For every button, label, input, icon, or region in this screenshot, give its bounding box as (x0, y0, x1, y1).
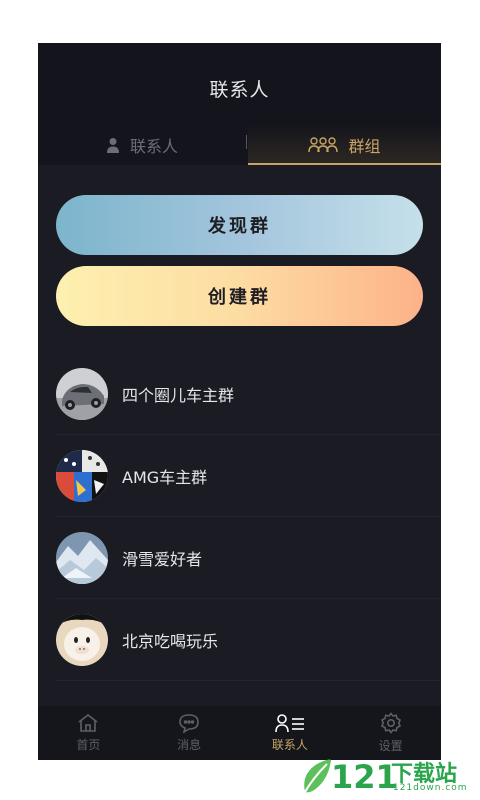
group-icon (308, 136, 339, 154)
group-name: 北京吃喝玩乐 (122, 632, 219, 651)
nav-messages-label: 消息 (177, 738, 202, 752)
nav-messages[interactable]: 消息 (139, 706, 240, 760)
list-item[interactable]: 四个圈儿车主群 (38, 353, 441, 435)
tab-contacts-label: 联系人 (129, 137, 178, 156)
person-icon (106, 137, 120, 153)
settings-icon (380, 712, 401, 734)
app-screen: 联系人 联系人 群组 发现群 创建群 四个圈儿车主群 AMG车主群 滑雪爱好者 … (38, 43, 441, 760)
create-group-button[interactable]: 创建群 (56, 266, 423, 326)
tab-divider (246, 135, 247, 149)
group-name: AMG车主群 (122, 468, 208, 487)
discover-groups-button[interactable]: 发现群 (56, 195, 423, 255)
cartoon-avatar (56, 614, 108, 666)
contacts-icon (275, 714, 304, 733)
watermark-number: 121 (331, 758, 398, 796)
top-bar: 联系人 联系人 群组 (38, 43, 441, 165)
message-icon (179, 714, 199, 733)
nav-home[interactable]: 首页 (38, 706, 139, 760)
list-item[interactable]: 滑雪爱好者 (38, 517, 441, 599)
leaf-logo-icon (304, 759, 331, 793)
nav-contacts-label: 联系人 (271, 738, 308, 752)
group-name: 滑雪爱好者 (122, 550, 203, 569)
tab-contacts[interactable]: 联系人 (38, 125, 246, 165)
car-avatar (56, 368, 108, 420)
nav-home-label: 首页 (76, 738, 101, 752)
active-tab-indicator (248, 163, 441, 165)
page-title: 联系人 (209, 79, 270, 101)
home-icon (78, 713, 98, 732)
tab-groups-label: 群组 (348, 137, 381, 156)
list-item[interactable]: 北京吃喝玩乐 (38, 599, 441, 681)
group-list: 四个圈儿车主群 AMG车主群 滑雪爱好者 北京吃喝玩乐 (38, 353, 441, 681)
watermark-url: 121down.com (393, 783, 468, 793)
tab-groups[interactable]: 群组 (248, 125, 441, 165)
group-name: 四个圈儿车主群 (122, 386, 235, 405)
pattern-avatar (56, 450, 108, 502)
list-item[interactable]: AMG车主群 (38, 435, 441, 517)
site-watermark: 121 下载站 121down.com (295, 752, 480, 800)
snow-mountain-avatar (56, 532, 108, 584)
